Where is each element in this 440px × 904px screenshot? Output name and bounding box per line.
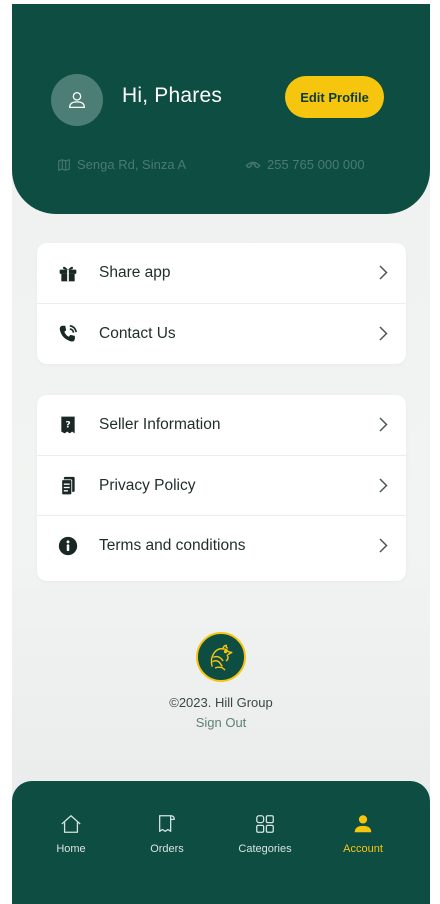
- phone-text: 255 765 000 000: [267, 157, 365, 172]
- menu-item-share-app[interactable]: Share app: [37, 243, 406, 303]
- nav-item-orders[interactable]: Orders: [122, 813, 212, 855]
- document-icon: [57, 475, 79, 497]
- bottom-navigation: Home Orders Categories Account: [12, 781, 430, 904]
- menu-item-label: Share app: [99, 264, 171, 281]
- nav-item-home[interactable]: Home: [26, 813, 116, 855]
- nav-label: Orders: [150, 843, 184, 855]
- menu-item-label: Terms and conditions: [99, 536, 246, 554]
- address-info: Senga Rd, Sinza A: [57, 157, 186, 172]
- chevron-right-icon: [379, 478, 388, 493]
- gift-icon: [57, 262, 79, 284]
- account-screen: Hi, Phares Edit Profile Senga Rd, Sinza …: [12, 4, 430, 904]
- brand-logo: [196, 632, 246, 682]
- menu-item-seller-information[interactable]: ? Seller Information: [37, 395, 406, 455]
- map-icon: [58, 158, 70, 171]
- nav-label: Home: [56, 843, 86, 855]
- menu-item-privacy-policy[interactable]: Privacy Policy: [37, 455, 406, 515]
- rooster-logo-icon: [210, 644, 233, 671]
- menu-item-terms-and-conditions[interactable]: Terms and conditions: [37, 515, 406, 575]
- chevron-right-icon: [379, 265, 388, 280]
- nav-item-account[interactable]: Account: [318, 813, 408, 855]
- profile-header: Hi, Phares Edit Profile Senga Rd, Sinza …: [12, 4, 430, 214]
- chevron-right-icon: [379, 326, 388, 341]
- avatar[interactable]: [51, 74, 103, 126]
- receipt-icon: [159, 815, 175, 832]
- chevron-right-icon: [379, 538, 388, 553]
- edit-profile-button[interactable]: Edit Profile: [285, 76, 384, 118]
- sign-out-link[interactable]: Sign Out: [12, 715, 430, 730]
- nav-label: Categories: [238, 843, 292, 855]
- chevron-right-icon: [379, 417, 388, 432]
- receipt-question-icon: ?: [57, 414, 79, 436]
- home-icon: [61, 815, 81, 833]
- menu-item-label: Contact Us: [99, 324, 176, 342]
- user-icon: [354, 815, 372, 833]
- info-icon: [57, 535, 79, 557]
- copyright-text: ©2023. Hill Group: [169, 695, 273, 710]
- user-outline-icon: [69, 92, 85, 108]
- menu-card-secondary: ? Seller Information Privacy Policy Term…: [37, 395, 406, 581]
- nav-item-categories[interactable]: Categories: [220, 813, 310, 855]
- greeting-text: Hi, Phares: [122, 84, 223, 107]
- menu-card-primary: Share app Contact Us: [37, 243, 406, 364]
- menu-item-label: Seller Information: [99, 416, 221, 433]
- phone-info: 255 765 000 000: [245, 157, 365, 172]
- phone-ringing-icon: [57, 323, 79, 345]
- menu-item-contact-us[interactable]: Contact Us: [37, 303, 406, 363]
- nav-label: Account: [343, 843, 383, 855]
- menu-item-label: Privacy Policy: [99, 476, 196, 494]
- address-text: Senga Rd, Sinza A: [77, 157, 187, 172]
- svg-text:?: ?: [65, 420, 70, 431]
- grid-icon: [256, 815, 274, 833]
- phone-handset-icon: [245, 161, 261, 168]
